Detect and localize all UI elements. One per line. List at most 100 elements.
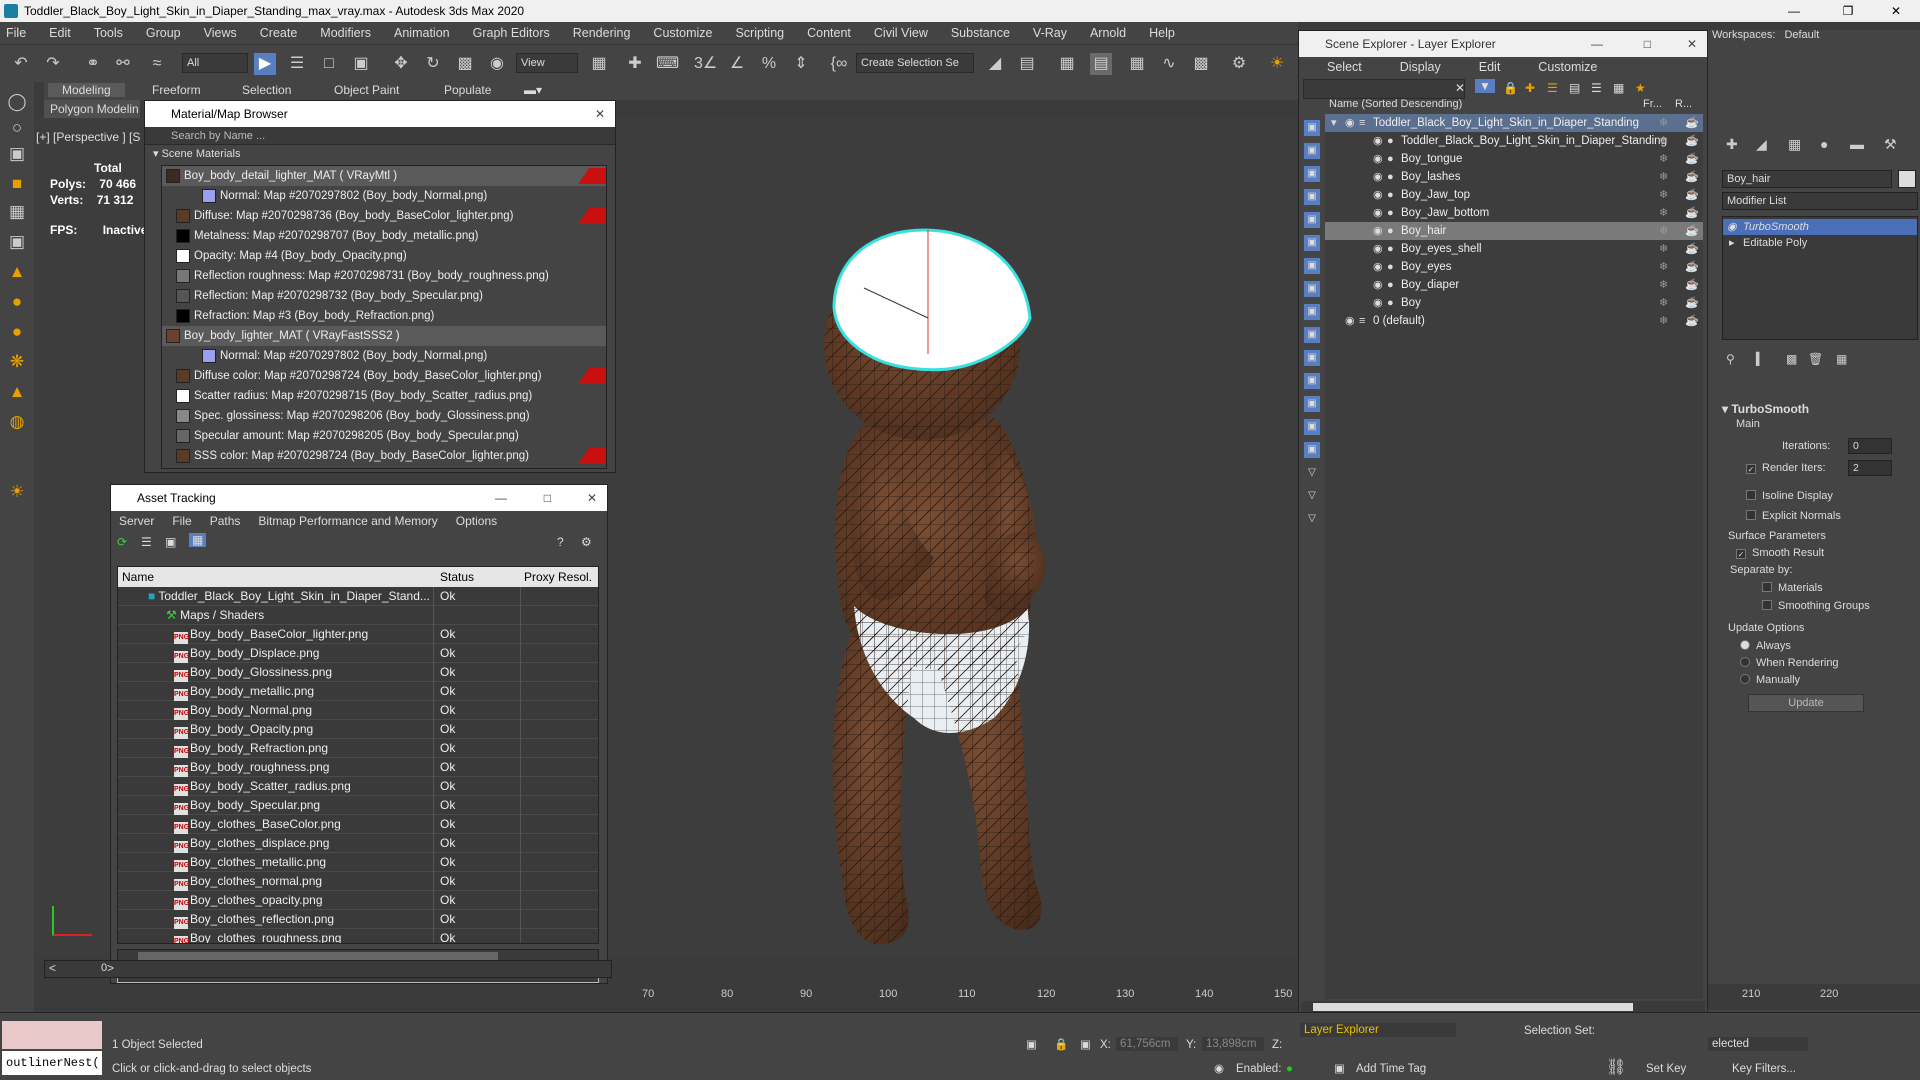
layer-row[interactable]: ▾ ◉ ≡ Toddler_Black_Boy_Light_Skin_in_Diape… [1325,114,1703,132]
eye-icon[interactable]: ◉ [1373,276,1383,294]
freeze-icon[interactable]: ❄ [1659,150,1668,168]
undo-icon[interactable]: ↶ [10,53,32,75]
utilities-tab-icon[interactable]: ⚒ [1884,136,1897,153]
layer-row[interactable]: ◉ ● Boy_Jaw_top ❄ ☕ [1325,186,1703,204]
col-status[interactable]: Status [440,567,474,587]
pin-stack-icon[interactable]: ⚲ [1726,352,1735,366]
next-frame-icon[interactable]: > [107,961,114,975]
iterations-spinner[interactable]: 0 [1848,438,1892,454]
map-row[interactable]: Specular amount: Map #2070298205 (Boy_bo… [162,426,606,446]
eye-icon[interactable]: ◉ [1373,168,1383,186]
table-row[interactable]: PNGBoy_clothes_roughness.png Ok [118,929,598,943]
freeze-icon[interactable]: ❄ [1659,168,1668,186]
table-row[interactable]: PNGBoy_clothes_displace.png Ok [118,834,598,853]
explorer-menu-customize[interactable]: Customize [1538,60,1597,74]
bind-spacewarp-icon[interactable]: ≈ [146,53,168,75]
display-cameras-icon[interactable]: ▣ [1304,189,1320,205]
hierarchy-tab-icon[interactable]: ▦ [1788,136,1801,153]
add-time-tag[interactable]: Add Time Tag [1356,1063,1426,1075]
renderable-icon[interactable]: ☕ [1685,222,1699,240]
asset-tracking-titlebar[interactable]: Asset Tracking ✕ □ — [111,485,607,511]
layer-explorer-dropdown[interactable]: Layer Explorer [1300,1023,1456,1037]
selected-dropdown[interactable]: elected [1708,1037,1808,1051]
when-rendering-radio[interactable]: When Rendering [1740,657,1839,669]
map-row[interactable]: Diffuse color: Map #2070298724 (Boy_body… [162,366,606,386]
menu-scripting[interactable]: Scripting [735,26,784,40]
settings-icon[interactable]: ⚙ [581,535,592,549]
table-view-icon[interactable]: ▦ [189,533,207,547]
display-lights-icon[interactable]: ▣ [1304,166,1320,182]
minimize-icon[interactable]: — [1772,0,1816,22]
prev-frame-icon[interactable]: < [49,961,56,975]
modifier-list-dropdown[interactable]: Modifier List [1722,192,1918,210]
display-hidden-icon[interactable]: ▣ [1304,396,1320,412]
tab-modeling[interactable]: Modeling [48,83,125,97]
menu-views[interactable]: Views [204,26,237,40]
render-setup-icon[interactable]: ⚙ [1228,53,1250,75]
help-icon[interactable]: ? [557,535,564,549]
layer-row[interactable]: ◉ ● Boy_tongue ❄ ☕ [1325,150,1703,168]
thumbnail-view-icon[interactable]: ▣ [165,535,176,549]
object-name-field[interactable]: Boy_hair [1722,170,1892,188]
geosphere-icon[interactable]: ❋ [6,352,28,374]
object-color-swatch[interactable] [1898,170,1916,188]
reference-coord-dropdown[interactable]: View [516,53,578,73]
scale-icon[interactable]: ▩ [454,53,476,75]
walkthrough-icon[interactable]: ▦ [6,202,28,224]
materials-checkbox[interactable]: Materials [1762,582,1823,594]
maximize-icon[interactable]: □ [1644,31,1651,57]
menu-edit[interactable]: Edit [49,26,71,40]
isolate-icon[interactable]: ▣ [1026,1037,1037,1051]
eye-icon[interactable]: ◉ [1373,186,1383,204]
table-row[interactable]: PNGBoy_clothes_reflection.png Ok [118,910,598,929]
eye-icon[interactable]: ◉ [1373,204,1383,222]
link-icon[interactable]: ⚭ [82,53,104,75]
menu-rendering[interactable]: Rendering [573,26,631,40]
tab-populate[interactable]: Populate [444,83,491,97]
rollout-header[interactable]: ▾ TurboSmooth [1722,402,1904,418]
asset-menu-options[interactable]: Options [456,514,497,528]
col-proxy[interactable]: Proxy Resol. [524,567,592,587]
map-row[interactable]: Scatter radius: Map #2070298715 (Boy_bod… [162,386,606,406]
selection-lock-icon[interactable]: 🔒 [1054,1037,1068,1051]
layer-explorer-icon[interactable]: ▦ [1056,53,1078,75]
display-tab-icon[interactable]: ▬ [1850,136,1864,152]
filter-funnel-icon[interactable]: ▽ [1304,488,1320,504]
lock-icon[interactable]: 🔒 [1503,81,1518,95]
table-row[interactable]: PNGBoy_body_Scatter_radius.png Ok [118,777,598,796]
display-xrefs-icon[interactable]: ▣ [1304,281,1320,297]
layer-properties-icon[interactable]: ▦ [1613,81,1624,95]
explorer-menu-edit[interactable]: Edit [1479,60,1501,74]
layer-row[interactable]: ◉ ● Boy_diaper ❄ ☕ [1325,276,1703,294]
display-children-icon[interactable]: ▣ [1304,419,1320,435]
renderable-icon[interactable]: ☕ [1685,312,1699,330]
display-filter-icon[interactable]: ▽ [1304,465,1320,481]
camera-icon[interactable]: ▣ [6,232,28,254]
maxscript-listener-swatch[interactable] [2,1021,102,1049]
menu-civil-view[interactable]: Civil View [874,26,928,40]
layer-row[interactable]: ◉ ● Boy_lashes ❄ ☕ [1325,168,1703,186]
menu-substance[interactable]: Substance [951,26,1010,40]
create-tab-icon[interactable]: ✚ [1726,136,1738,153]
display-all-icon[interactable]: ▣ [1304,120,1320,136]
maximize-icon[interactable]: □ [544,485,551,511]
restore-icon[interactable]: ❐ [1826,0,1870,22]
x-coordinate[interactable]: 61,756cm [1116,1037,1178,1051]
time-slider[interactable]: < 0 > [44,960,612,978]
table-row[interactable]: PNGBoy_clothes_BaseColor.png Ok [118,815,598,834]
lamp-icon[interactable]: ▲ [6,382,28,404]
render-icon[interactable]: ☀ [1266,53,1288,75]
spinner-snap-icon[interactable]: ⇕ [790,53,812,75]
rect-selection-icon[interactable]: □ [318,53,340,75]
display-particles-icon[interactable]: ▣ [1304,350,1320,366]
expand-icon[interactable]: ▸ [1729,235,1735,251]
freeze-icon[interactable]: ❄ [1659,186,1668,204]
material-editor-icon[interactable]: ▩ [1190,53,1212,75]
rotate-icon[interactable]: ↻ [422,53,444,75]
edit-named-selection-icon[interactable]: {∞ [828,53,850,75]
angle-snap-icon[interactable]: ∠ [726,53,748,75]
menu-create[interactable]: Create [260,26,298,40]
layer-row[interactable]: ◉ ● Boy_eyes_shell ❄ ☕ [1325,240,1703,258]
map-row[interactable]: Spec. glossiness: Map #2070298206 (Boy_b… [162,406,606,426]
tab-object-paint[interactable]: Object Paint [334,83,399,97]
